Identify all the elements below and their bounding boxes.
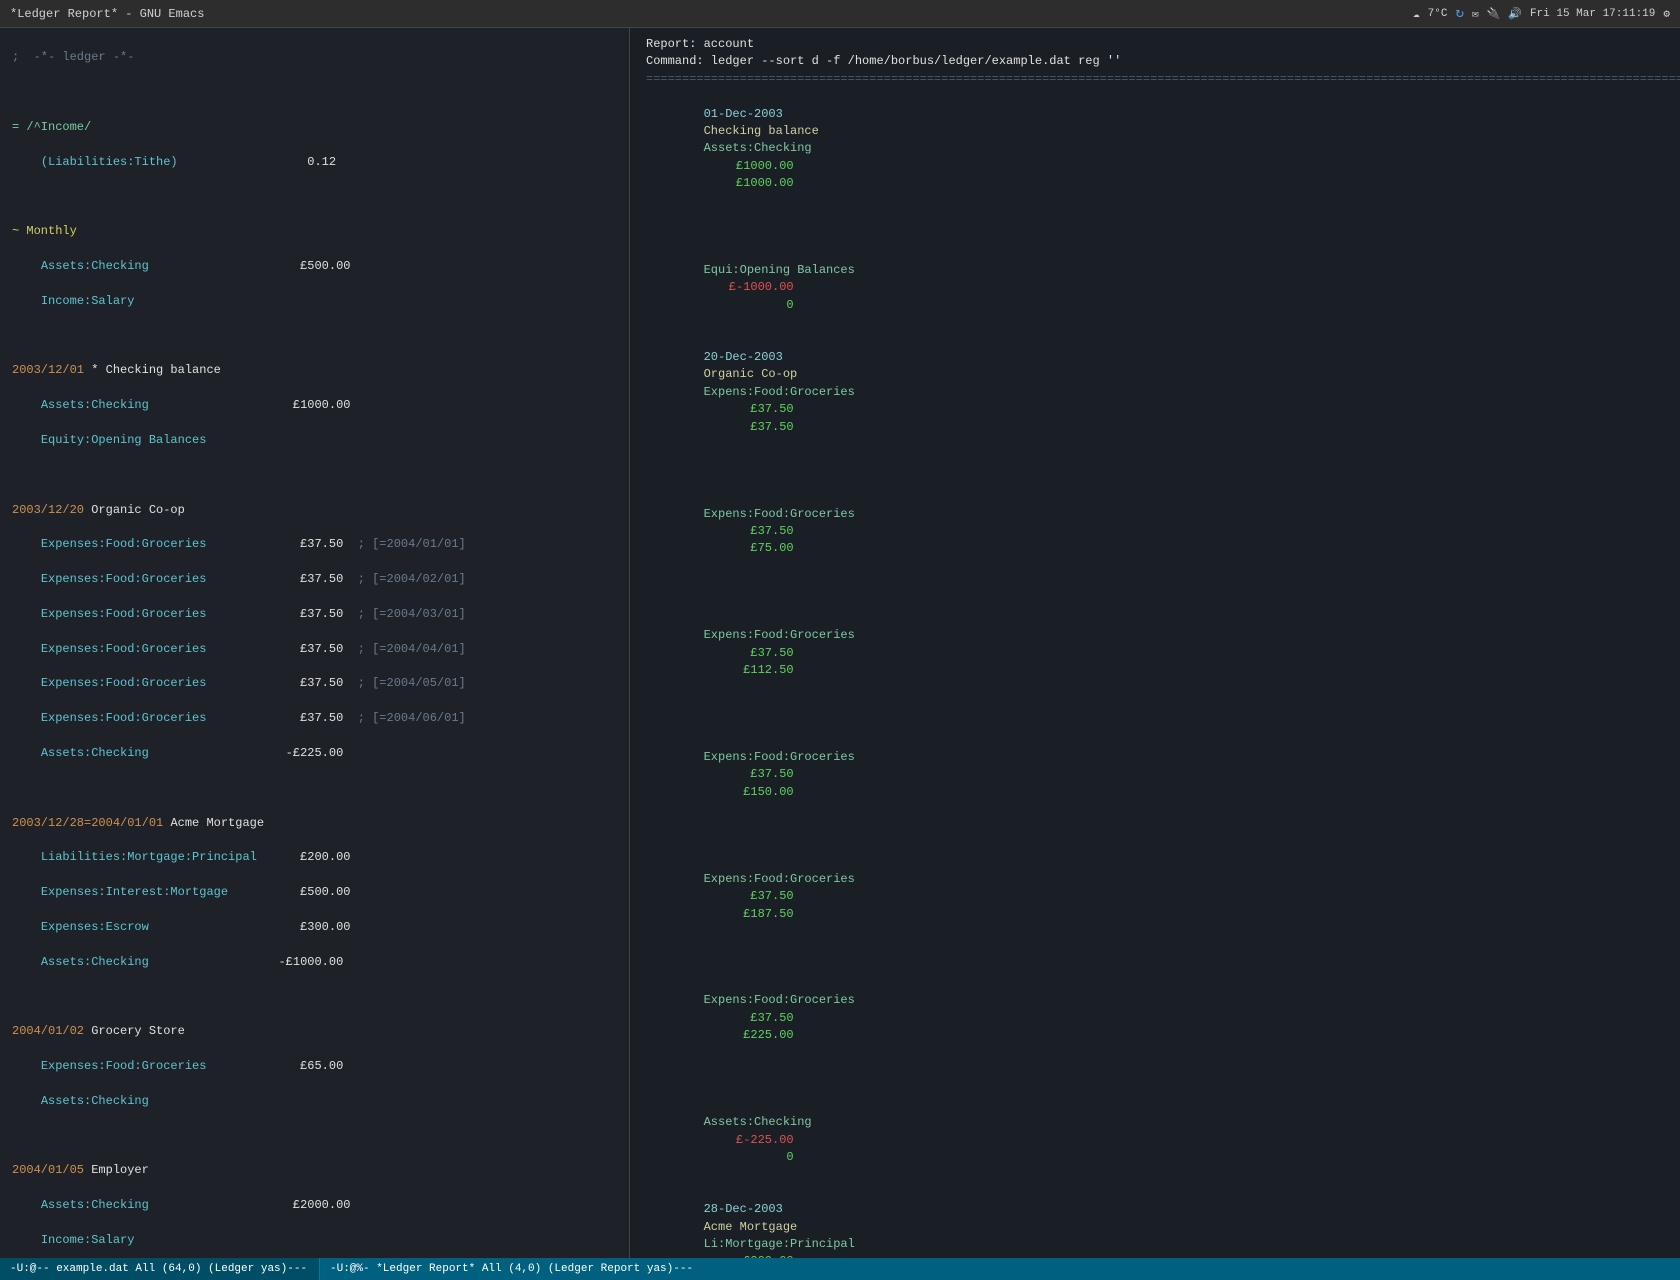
report-header-command: Command: ledger --sort d -f /home/borbus…: [638, 53, 1672, 70]
editor-line: Expenses:Escrow £300.00: [6, 919, 623, 936]
editor-line: = /^Income/: [6, 119, 623, 136]
report-header-report: Report: account: [638, 36, 1672, 53]
editor-line: 2004/01/05 Employer: [6, 1162, 623, 1179]
report-row: 28-Dec-2003 Acme Mortgage Li:Mortgage:Pr…: [638, 1184, 1672, 1258]
report-content: Report: account Command: ledger --sort d…: [630, 32, 1680, 1258]
titlebar-right: ☁ 7°C ↻ ✉ 🔌 🔊 Fri 15 Mar 17:11:19 ⚙: [1413, 5, 1670, 22]
editor-line: [6, 328, 623, 345]
statusbar-left-label: -U:@-- example.dat All (64,0) (Ledger ya…: [10, 1263, 307, 1275]
editor-line: 2003/12/20 Organic Co-op: [6, 502, 623, 519]
network-icon: 🔌: [1487, 7, 1501, 21]
editor-line: ; -*- ledger -*-: [6, 49, 623, 66]
statusbar-right-label: -U:@%- *Ledger Report* All (4,0) (Ledger…: [330, 1263, 693, 1275]
temperature: 7°C: [1428, 8, 1448, 20]
editor-line: Expenses:Food:Groceries £37.50 ; [=2004/…: [6, 710, 623, 727]
editor-line: [6, 189, 623, 206]
editor-line: Equity:Opening Balances: [6, 432, 623, 449]
editor-line: ~ Monthly: [6, 223, 623, 240]
report-row: Expens:Food:Groceries £37.50 £187.50: [638, 819, 1672, 941]
editor-line: Assets:Checking: [6, 1093, 623, 1110]
editor-line: 2004/01/02 Grocery Store: [6, 1023, 623, 1040]
report-row: Expens:Food:Groceries £37.50 £150.00: [638, 697, 1672, 819]
editor-line: Assets:Checking £1000.00: [6, 397, 623, 414]
datetime: Fri 15 Mar 17:11:19: [1530, 8, 1655, 20]
report-row: Expens:Food:Groceries £37.50 £112.50: [638, 575, 1672, 697]
report-separator: ========================================…: [638, 71, 1672, 88]
settings-icon[interactable]: ⚙: [1663, 7, 1670, 21]
report-row: Expens:Food:Groceries £37.50 £75.00: [638, 453, 1672, 575]
editor-line: Assets:Checking £500.00: [6, 258, 623, 275]
editor-line: [6, 780, 623, 797]
editor-line: Expenses:Interest:Mortgage £500.00: [6, 884, 623, 901]
statusbar: -U:@-- example.dat All (64,0) (Ledger ya…: [0, 1258, 1680, 1280]
report-pane[interactable]: Report: account Command: ledger --sort d…: [630, 28, 1680, 1258]
report-row: Expens:Food:Groceries £37.50 £225.00: [638, 940, 1672, 1062]
editor-line: Expenses:Food:Groceries £37.50 ; [=2004/…: [6, 536, 623, 553]
reload-icon[interactable]: ↻: [1455, 5, 1463, 22]
editor-line: [6, 1128, 623, 1145]
editor-line: [6, 467, 623, 484]
window-title: *Ledger Report* - GNU Emacs: [10, 7, 204, 21]
editor-line: Assets:Checking £2000.00: [6, 1197, 623, 1214]
report-row: 01-Dec-2003 Checking balance Assets:Chec…: [638, 88, 1672, 210]
editor-line: Assets:Checking -£225.00: [6, 745, 623, 762]
titlebar: *Ledger Report* - GNU Emacs ☁ 7°C ↻ ✉ 🔌 …: [0, 0, 1680, 28]
volume-icon[interactable]: 🔊: [1508, 7, 1522, 21]
editor-pane[interactable]: ; -*- ledger -*- = /^Income/ (Liabilitie…: [0, 28, 630, 1258]
editor-line: (Liabilities:Tithe) 0.12: [6, 154, 623, 171]
report-row: Equi:Opening Balances £-1000.00 0: [638, 210, 1672, 332]
editor-line: Income:Salary: [6, 1232, 623, 1249]
email-icon[interactable]: ✉: [1472, 7, 1479, 21]
editor-line: 2003/12/01 * Checking balance: [6, 362, 623, 379]
editor-line: Expenses:Food:Groceries £37.50 ; [=2004/…: [6, 675, 623, 692]
report-row: Assets:Checking £-225.00 0: [638, 1062, 1672, 1184]
editor-line: [6, 84, 623, 101]
editor-line: Liabilities:Mortgage:Principal £200.00: [6, 849, 623, 866]
report-row: 20-Dec-2003 Organic Co-op Expens:Food:Gr…: [638, 332, 1672, 454]
main-area: ; -*- ledger -*- = /^Income/ (Liabilitie…: [0, 28, 1680, 1258]
editor-line: 2003/12/28=2004/01/01 Acme Mortgage: [6, 815, 623, 832]
statusbar-right: -U:@%- *Ledger Report* All (4,0) (Ledger…: [320, 1258, 1680, 1280]
statusbar-left: -U:@-- example.dat All (64,0) (Ledger ya…: [0, 1258, 320, 1280]
editor-content: ; -*- ledger -*- = /^Income/ (Liabilitie…: [0, 32, 629, 1258]
weather-icon: ☁: [1413, 7, 1420, 21]
editor-line: Expenses:Food:Groceries £37.50 ; [=2004/…: [6, 641, 623, 658]
editor-line: Expenses:Food:Groceries £65.00: [6, 1058, 623, 1075]
editor-line: Income:Salary: [6, 293, 623, 310]
editor-line: [6, 988, 623, 1005]
editor-line: Expenses:Food:Groceries £37.50 ; [=2004/…: [6, 571, 623, 588]
editor-line: Assets:Checking -£1000.00: [6, 954, 623, 971]
editor-line: Expenses:Food:Groceries £37.50 ; [=2004/…: [6, 606, 623, 623]
